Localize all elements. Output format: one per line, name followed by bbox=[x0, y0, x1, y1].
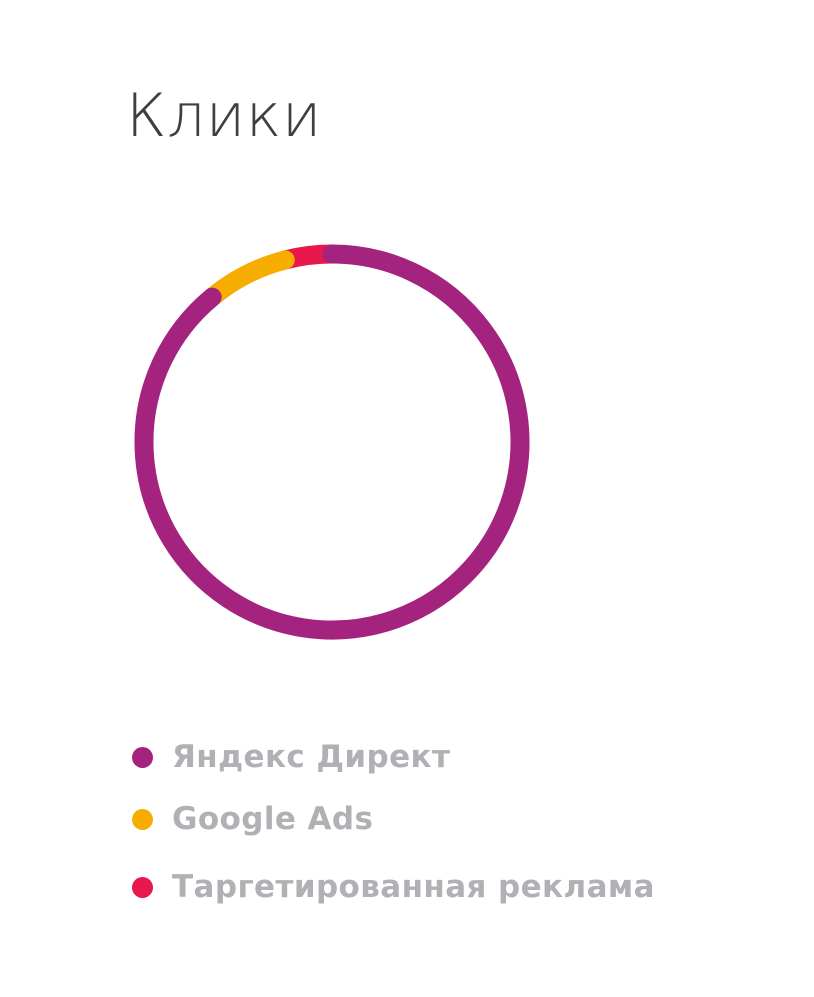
legend-item-targeted-ads[interactable]: Таргетированная реклама bbox=[132, 860, 792, 914]
legend-label-yandex-direct: Яндекс Директ bbox=[172, 739, 451, 775]
donut-slice-yandex-direct[interactable] bbox=[134, 244, 530, 640]
donut-chart bbox=[120, 230, 544, 654]
donut-chart-svg bbox=[134, 244, 530, 640]
legend-item-google-ads[interactable]: Google Ads bbox=[132, 792, 792, 846]
legend-label-targeted-ads: Таргетированная реклама bbox=[172, 869, 655, 905]
legend-item-yandex-direct[interactable]: Яндекс Директ bbox=[132, 730, 792, 784]
chart-title: Клики bbox=[126, 81, 322, 151]
legend-label-google-ads: Google Ads bbox=[172, 801, 374, 837]
legend-dot-yandex-direct bbox=[132, 746, 153, 768]
legend-dot-targeted-ads bbox=[132, 876, 153, 898]
donut-slice-google-ads[interactable] bbox=[202, 250, 295, 307]
chart-legend: Яндекс Директ Google Ads Таргетированная… bbox=[132, 730, 792, 914]
legend-dot-google-ads bbox=[132, 808, 153, 830]
